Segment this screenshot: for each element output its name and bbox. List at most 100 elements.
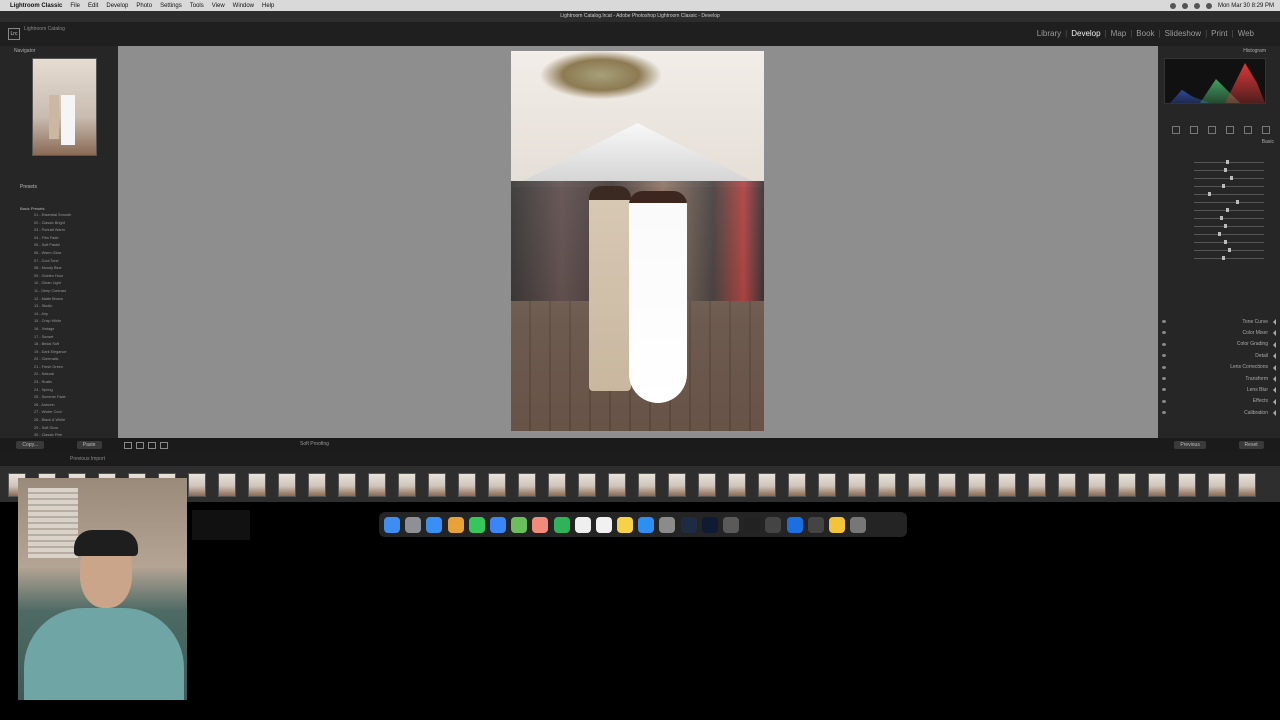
photos-icon[interactable] (532, 516, 549, 533)
module-map[interactable]: Map (1111, 29, 1127, 38)
module-develop[interactable]: Develop (1071, 29, 1100, 38)
preset-item[interactable]: 09 - Golden Hour (20, 274, 114, 282)
menu-window[interactable]: Window (233, 3, 254, 9)
navigator-preview[interactable] (32, 58, 97, 156)
filmstrip-thumb[interactable] (428, 473, 446, 497)
section-transform[interactable]: Transform (1158, 373, 1280, 384)
preset-item[interactable]: 28 - Black & White (20, 418, 114, 426)
menu-develop[interactable]: Develop (106, 3, 128, 9)
preset-item[interactable]: 17 - Sunset (20, 335, 114, 343)
section-color-mixer[interactable]: Color Mixer (1158, 327, 1280, 338)
paste-button[interactable]: Paste (76, 441, 102, 449)
screenshot-icon[interactable] (765, 516, 782, 533)
filmstrip-thumb[interactable] (458, 473, 476, 497)
section-detail[interactable]: Detail (1158, 350, 1280, 361)
dehaze-slider[interactable] (1164, 239, 1274, 246)
facetime-icon[interactable] (553, 516, 570, 533)
filmstrip-thumb[interactable] (1238, 473, 1256, 497)
before-after-icon[interactable] (136, 442, 144, 449)
menu-app[interactable]: Lightroom Classic (10, 3, 62, 9)
shadows-slider[interactable] (1164, 199, 1274, 206)
filmstrip-thumb[interactable] (518, 473, 536, 497)
mask-icon[interactable] (1226, 126, 1234, 134)
copy-button[interactable]: Copy... (16, 441, 44, 449)
filmstrip-thumb[interactable] (1148, 473, 1166, 497)
tint-slider[interactable] (1164, 167, 1274, 174)
filmstrip-thumb[interactable] (1088, 473, 1106, 497)
filmstrip-source[interactable]: Previous Import (70, 456, 105, 462)
preset-item[interactable]: 03 - Portrait Warm (20, 228, 114, 236)
bridge-icon[interactable] (723, 516, 739, 533)
module-library[interactable]: Library (1037, 29, 1061, 38)
lightroom-classic-icon[interactable] (680, 516, 697, 533)
menu-tools[interactable]: Tools (190, 3, 204, 9)
filmstrip-thumb[interactable] (818, 473, 836, 497)
maps-icon[interactable] (511, 516, 528, 533)
filmstrip-thumb[interactable] (398, 473, 416, 497)
filmstrip-thumb[interactable] (338, 473, 356, 497)
safari-icon[interactable] (426, 516, 443, 533)
preset-item[interactable]: 10 - Clean Light (20, 281, 114, 289)
preset-item[interactable]: 27 - Winter Cool (20, 410, 114, 418)
texture-slider[interactable] (1164, 223, 1274, 230)
preset-icon[interactable] (1262, 126, 1270, 134)
loupe-view-icon[interactable] (124, 442, 132, 449)
filmstrip-thumb[interactable] (1118, 473, 1136, 497)
exposure-slider[interactable] (1164, 175, 1274, 182)
filmstrip-thumb[interactable] (938, 473, 956, 497)
temp-slider[interactable] (1164, 159, 1274, 166)
filmstrip-thumb[interactable] (788, 473, 806, 497)
menu-edit[interactable]: Edit (88, 3, 98, 9)
photoshop-icon[interactable] (701, 516, 718, 533)
module-web[interactable]: Web (1238, 29, 1254, 38)
section-effects[interactable]: Effects (1158, 396, 1280, 407)
survey-icon[interactable] (160, 442, 168, 449)
filmstrip-thumb[interactable] (248, 473, 266, 497)
filmstrip-thumb[interactable] (1028, 473, 1046, 497)
filmstrip-thumb[interactable] (848, 473, 866, 497)
eye-icon[interactable] (1162, 354, 1166, 358)
preset-item[interactable]: 04 - Film Fade (20, 236, 114, 244)
main-photo[interactable] (511, 51, 764, 431)
chrome-icon[interactable] (447, 516, 464, 533)
preset-item[interactable]: 08 - Moody Blue (20, 266, 114, 274)
launchpad-icon[interactable] (405, 516, 422, 533)
zoom-icon[interactable] (786, 516, 803, 533)
eye-icon[interactable] (1162, 388, 1166, 392)
section-lens-corrections[interactable]: Lens Corrections (1158, 362, 1280, 373)
menu-view[interactable]: View (212, 3, 225, 9)
clarity-slider[interactable] (1164, 231, 1274, 238)
preset-item[interactable]: 14 - Airy (20, 312, 114, 320)
edit-icon[interactable] (1172, 126, 1180, 134)
capcut-icon[interactable] (744, 516, 761, 533)
filmstrip-thumb[interactable] (638, 473, 656, 497)
preset-item[interactable]: 21 - Fresh Green (20, 365, 114, 373)
preset-item[interactable]: 15 - Crisp White (20, 319, 114, 327)
saturation-slider[interactable] (1164, 255, 1274, 262)
section-lens-blur[interactable]: Lens Blur (1158, 384, 1280, 395)
wifi-icon[interactable] (1181, 2, 1188, 9)
soft-proofing-label[interactable]: Soft Proofing (300, 441, 329, 447)
trash-icon[interactable] (850, 516, 867, 533)
filmstrip-thumb[interactable] (698, 473, 716, 497)
notes-icon[interactable] (617, 516, 634, 533)
reset-button[interactable]: Reset (1238, 441, 1264, 449)
module-print[interactable]: Print (1211, 29, 1227, 38)
preset-item[interactable]: 16 - Vintage (20, 327, 114, 335)
crop-icon[interactable] (1190, 126, 1198, 134)
menubar-clock[interactable]: Mon Mar 30 8:29 PM (1218, 3, 1274, 9)
stickies-icon[interactable] (828, 516, 845, 533)
basic-header[interactable]: Basic (1262, 139, 1274, 145)
histogram[interactable] (1164, 58, 1266, 104)
navigator-header[interactable]: Navigator (0, 46, 118, 56)
filmstrip-thumb[interactable] (668, 473, 686, 497)
filmstrip-thumb[interactable] (1058, 473, 1076, 497)
filmstrip-thumb[interactable] (878, 473, 896, 497)
filmstrip-thumb[interactable] (188, 473, 206, 497)
preset-item[interactable]: 20 - Cinematic (20, 357, 114, 365)
preset-group[interactable]: Basic Presets (20, 206, 114, 211)
filmstrip-thumb[interactable] (278, 473, 296, 497)
preset-item[interactable]: 01 - Essential Smooth (20, 213, 114, 221)
preset-item[interactable]: 12 - Matte Brown (20, 297, 114, 305)
filmstrip-thumb[interactable] (1208, 473, 1226, 497)
